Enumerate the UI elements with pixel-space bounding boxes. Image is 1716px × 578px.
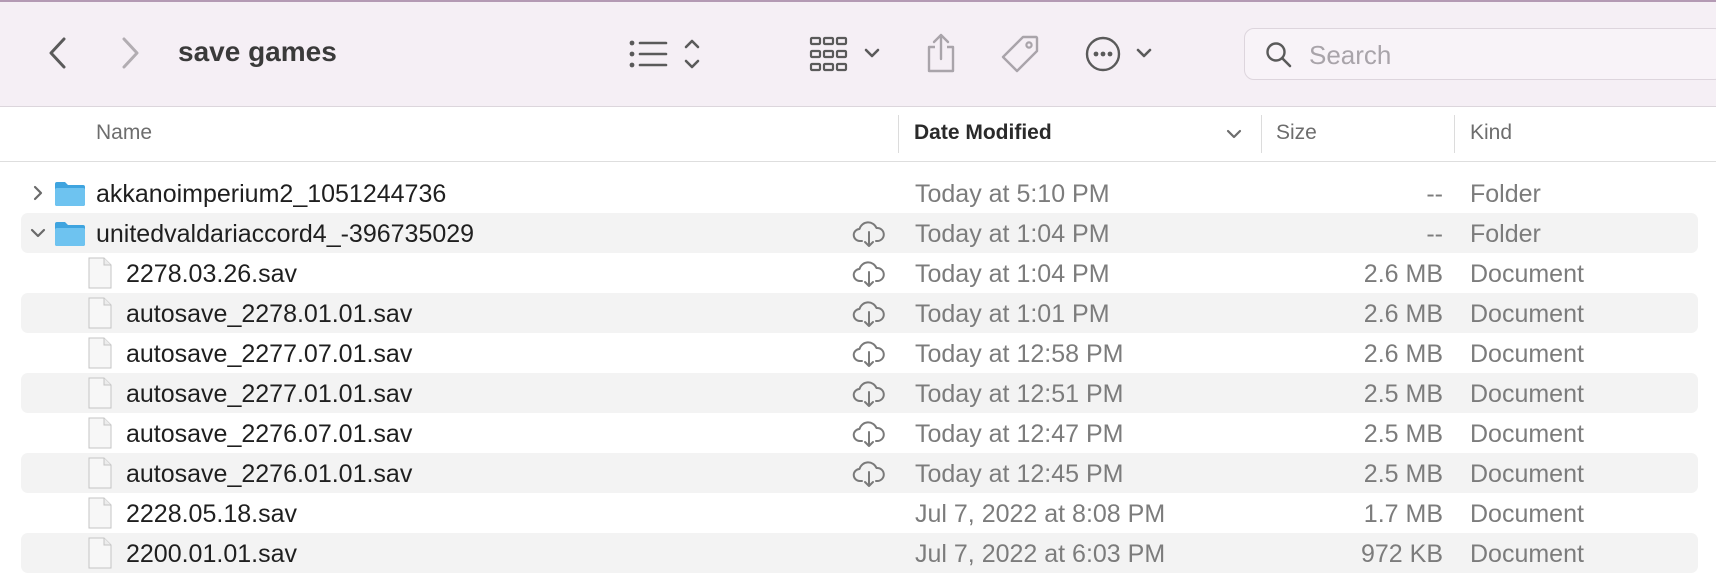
file-kind: Document [1470, 300, 1584, 328]
more-actions-button[interactable] [1084, 34, 1154, 74]
list-view-icon [629, 39, 700, 69]
file-kind: Document [1470, 500, 1584, 528]
disclosure-expanded-icon[interactable] [28, 223, 48, 243]
file-name: autosave_2277.07.01.sav [126, 340, 413, 368]
folder-icon [55, 222, 85, 246]
grid-group-icon [809, 36, 880, 72]
icloud-download-icon[interactable] [852, 460, 886, 488]
file-name: autosave_2277.01.01.sav [126, 380, 413, 408]
tag-icon [1001, 35, 1039, 73]
column-date-header[interactable]: Date Modified [914, 121, 1052, 145]
file-size: 2.6 MB [1363, 340, 1443, 368]
icloud-download-icon[interactable] [852, 300, 886, 328]
file-name: akkanoimperium2_1051244736 [96, 180, 447, 208]
list-item[interactable]: autosave_2277.01.01.sav Today at 12:51 P… [0, 373, 1716, 413]
list-item[interactable]: 2200.01.01.sav Jul 7, 2022 at 6:03 PM 97… [0, 533, 1716, 573]
column-name-header[interactable]: Name [96, 121, 152, 145]
toolbar: save games [0, 2, 1716, 107]
document-icon [88, 497, 112, 529]
search-input[interactable] [1307, 37, 1691, 73]
date-modified: Today at 12:58 PM [915, 340, 1124, 368]
file-name: 2278.03.26.sav [126, 260, 297, 288]
list-item[interactable]: autosave_2276.07.01.sav Today at 12:47 P… [0, 413, 1716, 453]
back-button[interactable] [40, 30, 76, 76]
date-modified: Today at 12:47 PM [915, 420, 1124, 448]
sort-descending-chevron-icon[interactable] [1224, 124, 1244, 144]
group-button[interactable] [808, 34, 884, 74]
column-kind-header[interactable]: Kind [1470, 121, 1512, 145]
icloud-download-icon[interactable] [852, 340, 886, 368]
list-item[interactable]: autosave_2277.07.01.sav Today at 12:58 P… [0, 333, 1716, 373]
date-modified: Today at 1:04 PM [915, 260, 1110, 288]
file-kind: Document [1470, 260, 1584, 288]
icloud-download-icon[interactable] [852, 260, 886, 288]
file-kind: Document [1470, 420, 1584, 448]
file-size: -- [1426, 180, 1443, 208]
icloud-download-icon[interactable] [852, 420, 886, 448]
column-header: Name Date Modified Size Kind [0, 107, 1716, 162]
folder-icon [55, 182, 85, 206]
search-icon [1266, 42, 1292, 68]
file-kind: Folder [1470, 180, 1541, 208]
file-name: autosave_2276.01.01.sav [126, 460, 413, 488]
file-name: autosave_2276.07.01.sav [126, 420, 413, 448]
document-icon [88, 297, 112, 329]
forward-button[interactable] [112, 30, 148, 76]
file-kind: Document [1470, 340, 1584, 368]
file-size: 972 KB [1360, 540, 1443, 568]
column-divider[interactable] [1454, 115, 1455, 153]
document-icon [88, 337, 112, 369]
disclosure-collapsed-icon[interactable] [28, 183, 48, 203]
document-icon [88, 417, 112, 449]
date-modified: Today at 1:04 PM [915, 220, 1110, 248]
chevron-right-icon [122, 37, 139, 69]
icloud-download-icon[interactable] [852, 380, 886, 408]
file-size: 2.6 MB [1363, 260, 1443, 288]
list-item[interactable]: autosave_2278.01.01.sav Today at 1:01 PM… [0, 293, 1716, 333]
document-icon [88, 377, 112, 409]
document-icon [88, 457, 112, 489]
file-size: 2.5 MB [1363, 380, 1443, 408]
file-size: 2.5 MB [1363, 420, 1443, 448]
column-divider[interactable] [1261, 115, 1262, 153]
column-size-header[interactable]: Size [1276, 121, 1317, 145]
file-list: akkanoimperium2_1051244736 Today at 5:10… [0, 173, 1716, 573]
file-name: 2228.05.18.sav [126, 500, 297, 528]
tag-button[interactable] [998, 32, 1042, 76]
file-size: 2.6 MB [1363, 300, 1443, 328]
document-icon [88, 257, 112, 289]
date-modified: Jul 7, 2022 at 8:08 PM [915, 500, 1166, 528]
file-kind: Document [1470, 380, 1584, 408]
document-icon [88, 537, 112, 569]
file-name: 2200.01.01.sav [126, 540, 297, 568]
window-title: save games [178, 36, 337, 67]
file-size: 2.5 MB [1363, 460, 1443, 488]
chevron-left-icon [49, 37, 66, 69]
view-options-button[interactable] [628, 34, 708, 74]
list-item[interactable]: unitedvaldariaccord4_-396735029 Today at… [0, 213, 1716, 253]
file-kind: Document [1470, 460, 1584, 488]
date-modified: Jul 7, 2022 at 6:03 PM [915, 540, 1166, 568]
file-size: 1.7 MB [1363, 500, 1443, 528]
list-item[interactable]: autosave_2276.01.01.sav Today at 12:45 P… [0, 453, 1716, 493]
date-modified: Today at 12:45 PM [915, 460, 1124, 488]
date-modified: Today at 5:10 PM [915, 180, 1110, 208]
ellipsis-circle-icon [1085, 36, 1152, 72]
file-size: -- [1426, 220, 1443, 248]
icloud-download-icon[interactable] [852, 220, 886, 248]
column-divider[interactable] [898, 115, 899, 153]
file-name: unitedvaldariaccord4_-396735029 [96, 220, 475, 248]
list-item[interactable]: 2278.03.26.sav Today at 1:04 PM 2.6 MB D… [0, 253, 1716, 293]
date-modified: Today at 1:01 PM [915, 300, 1110, 328]
share-button[interactable] [922, 30, 960, 76]
share-icon [927, 33, 955, 73]
search-field[interactable] [1244, 28, 1716, 80]
file-kind: Document [1470, 540, 1584, 568]
file-name: autosave_2278.01.01.sav [126, 300, 413, 328]
list-item[interactable]: 2228.05.18.sav Jul 7, 2022 at 8:08 PM 1.… [0, 493, 1716, 533]
file-kind: Folder [1470, 220, 1541, 248]
list-item[interactable]: akkanoimperium2_1051244736 Today at 5:10… [0, 173, 1716, 213]
date-modified: Today at 12:51 PM [915, 380, 1124, 408]
